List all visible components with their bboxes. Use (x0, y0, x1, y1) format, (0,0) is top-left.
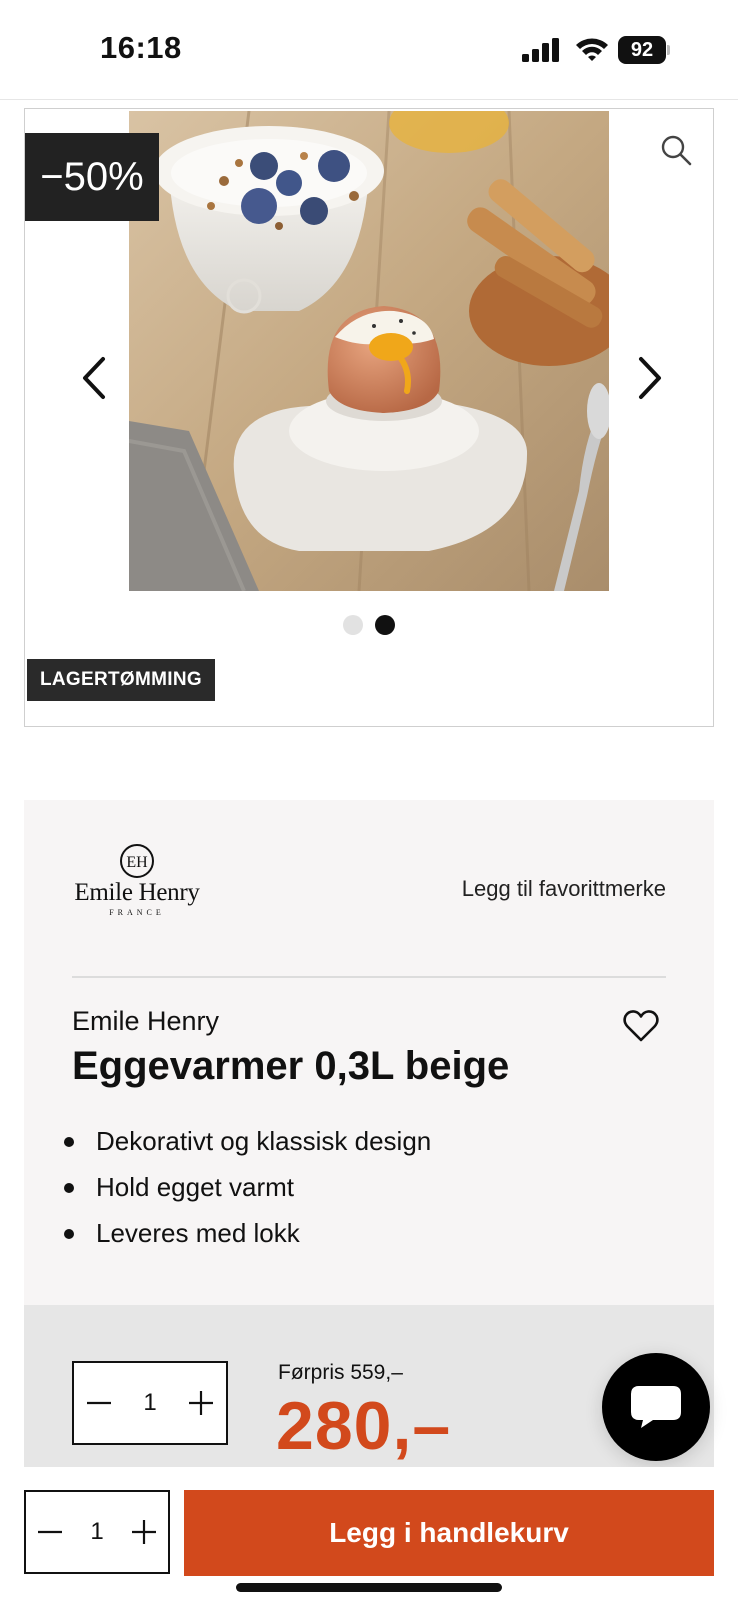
signal-icon (522, 38, 559, 62)
feature-item: Hold egget varmt (62, 1164, 431, 1210)
divider (72, 976, 666, 978)
minus-icon (87, 1401, 111, 1405)
stock-badge: LAGERTØMMING (27, 659, 215, 701)
carousel-dots (343, 615, 395, 637)
discount-badge: −50% (25, 133, 159, 221)
product-info-card: EH Emile Henry FRANCE Legg til favorittm… (24, 800, 714, 1305)
quantity-value[interactable]: 1 (74, 1518, 120, 1546)
heart-icon[interactable] (622, 1008, 660, 1044)
chevron-left-icon[interactable] (75, 351, 115, 405)
minus-icon (38, 1530, 62, 1534)
chevron-right-icon[interactable] (629, 351, 669, 405)
feature-item: Dekorativt og klassisk design (62, 1118, 431, 1164)
product-title: Eggevarmer 0,3L beige (72, 1044, 510, 1088)
battery-level: 92 (618, 36, 666, 64)
home-indicator (236, 1583, 502, 1592)
decrease-quantity-button[interactable] (26, 1492, 74, 1572)
carousel-dot[interactable] (343, 615, 363, 635)
quantity-value[interactable]: 1 (124, 1389, 176, 1417)
product-brand[interactable]: Emile Henry (72, 1006, 219, 1037)
product-gallery[interactable]: −50% LAGERTØMMING (24, 108, 714, 727)
increase-quantity-button[interactable] (176, 1363, 226, 1443)
bottom-bar: 1 Legg i handlekurv (0, 1467, 738, 1600)
status-time: 16:18 (100, 30, 182, 65)
plus-icon (189, 1391, 213, 1415)
old-price: Førpris 559,– (278, 1361, 403, 1384)
add-to-cart-button[interactable]: Legg i handlekurv (184, 1490, 714, 1576)
wifi-icon (576, 38, 608, 61)
status-bar: 16:18 92 (0, 0, 738, 100)
brand-logo[interactable]: EH Emile Henry FRANCE (71, 842, 203, 920)
current-price: 280,– (276, 1388, 452, 1464)
feature-item: Leveres med lokk (62, 1210, 431, 1256)
chat-button[interactable] (602, 1353, 710, 1461)
brand-logo-mark: EH (120, 844, 154, 878)
chat-icon (631, 1386, 681, 1428)
brand-logo-country: FRANCE (109, 908, 165, 917)
decrease-quantity-button[interactable] (74, 1363, 124, 1443)
feature-list: Dekorativt og klassisk design Hold egget… (62, 1118, 431, 1256)
battery-tip (667, 45, 670, 55)
brand-logo-initials: EH (126, 854, 148, 871)
plus-icon (132, 1520, 156, 1544)
increase-quantity-button[interactable] (120, 1492, 168, 1572)
carousel-dot-active[interactable] (375, 615, 395, 635)
quantity-stepper: 1 (72, 1361, 228, 1445)
battery-icon: 92 (618, 36, 670, 64)
bottom-quantity-stepper: 1 (24, 1490, 170, 1574)
search-icon[interactable] (659, 133, 693, 167)
favorite-brand-link[interactable]: Legg til favorittmerke (462, 876, 666, 902)
brand-logo-name: Emile Henry (74, 879, 200, 906)
product-image[interactable] (129, 111, 609, 591)
